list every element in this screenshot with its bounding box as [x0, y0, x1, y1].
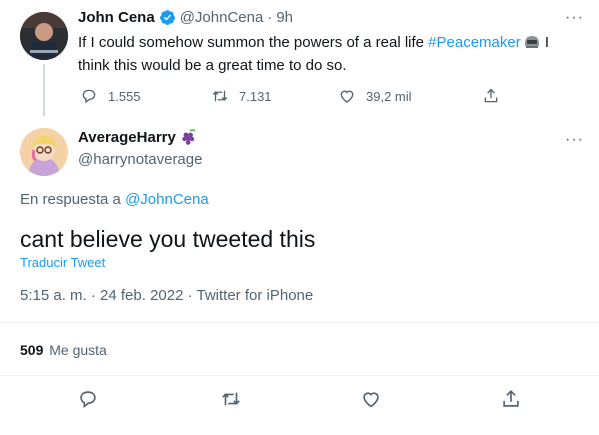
reply-meta-info[interactable]: 5:15 a. m. · 24 feb. 2022 · Twitter for … — [20, 287, 313, 304]
like-icon — [340, 90, 354, 103]
parent-like-count: 39,2 mil — [366, 88, 412, 104]
parent-retweet-count: 7.131 — [239, 88, 272, 104]
retweet-icon — [222, 392, 240, 406]
peacemaker-hashtag-link[interactable]: #Peacemaker — [428, 34, 521, 51]
translate-tweet-link[interactable]: Traducir Tweet — [20, 255, 105, 270]
reply-reply-button[interactable] — [77, 388, 99, 415]
in-reply-to-label: En respuesta a — [20, 191, 126, 208]
reply-author-name[interactable]: AverageHarry — [78, 129, 176, 146]
parent-timestamp[interactable]: 9h — [276, 9, 293, 26]
like-icon — [363, 392, 379, 408]
parent-text-part-a: If I could somehow summon the powers of … — [78, 34, 429, 51]
verified-badge-icon — [159, 9, 176, 26]
grapes-emoji-icon — [181, 129, 197, 146]
reply-like-button[interactable] — [360, 388, 382, 415]
parent-header: John Cena @JohnCena · 9h — [78, 9, 293, 26]
likes-count-number: 509 — [20, 342, 44, 358]
parent-reply-count: 1.555 — [108, 88, 141, 104]
parent-reply-button[interactable]: 1.555 — [80, 87, 141, 105]
parent-retweet-button[interactable]: 7.131 — [211, 87, 272, 105]
reply-author-handle[interactable]: @harrynotaverage — [78, 151, 202, 168]
share-icon — [484, 88, 498, 103]
john-cena-avatar[interactable] — [20, 12, 68, 60]
divider — [0, 322, 599, 323]
in-reply-to-line: En respuesta a @JohnCena — [20, 191, 209, 208]
retweet-icon — [212, 90, 228, 102]
reply-icon — [80, 391, 96, 409]
likes-count-label: Me gusta — [49, 342, 107, 358]
reply-retweet-button[interactable] — [220, 388, 242, 415]
divider — [0, 375, 599, 376]
thread-connector-line — [43, 64, 45, 116]
peacemaker-helmet-emoji-icon — [523, 34, 541, 56]
reply-share-button[interactable] — [500, 388, 522, 415]
reply-tweet-text: cant believe you tweeted this — [20, 226, 316, 252]
in-reply-to-handle-link[interactable]: @JohnCena — [125, 191, 209, 208]
likes-count-link[interactable]: 509 Me gusta — [20, 342, 107, 358]
parent-more-options-button[interactable]: ··· — [565, 9, 584, 27]
reply-more-options-button[interactable]: ··· — [565, 131, 584, 149]
parent-share-button[interactable] — [482, 87, 510, 105]
reply-icon — [82, 89, 96, 104]
parent-tweet-text: If I could somehow summon the powers of … — [78, 33, 578, 76]
parent-text-line2: think this would be a great time to do s… — [78, 57, 347, 74]
parent-author-handle[interactable]: @JohnCena — [180, 9, 264, 26]
reply-author-row: AverageHarry — [78, 129, 197, 146]
dot-separator: · — [267, 9, 273, 26]
share-icon — [503, 390, 519, 407]
parent-author-name[interactable]: John Cena — [78, 9, 155, 26]
parent-text-part-b: I — [540, 34, 550, 51]
parent-like-button[interactable]: 39,2 mil — [338, 87, 412, 105]
average-harry-avatar[interactable] — [20, 128, 68, 176]
